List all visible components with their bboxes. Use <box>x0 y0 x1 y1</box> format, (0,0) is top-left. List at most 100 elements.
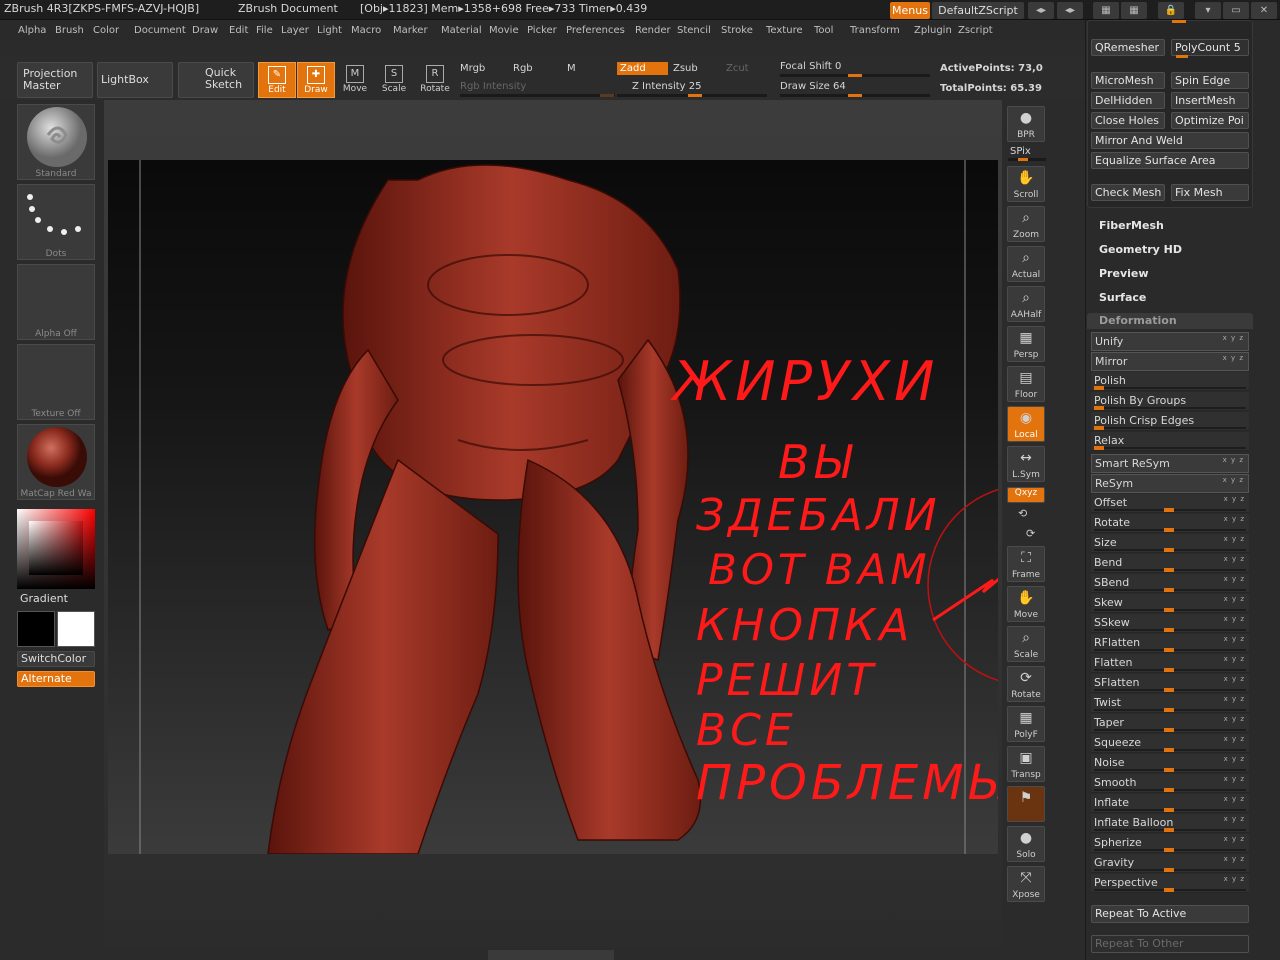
view-scroll-button[interactable]: ✋ Scroll <box>1007 166 1045 202</box>
deform-spherize[interactable]: Spherize x y z <box>1091 834 1249 853</box>
menu-material[interactable]: Material <box>441 25 482 36</box>
rotate-y-icon[interactable]: ⟲ <box>1018 507 1027 520</box>
menu-tool[interactable]: Tool <box>814 25 833 36</box>
menu-texture[interactable]: Texture <box>766 25 803 36</box>
deform-rflatten[interactable]: RFlatten x y z <box>1091 634 1249 653</box>
material-thumbnail[interactable]: MatCap Red Wa <box>17 424 95 500</box>
menu-marker[interactable]: Marker <box>393 25 428 36</box>
axis-toggle-icon[interactable]: x y z <box>1224 815 1245 823</box>
deform-knob[interactable] <box>1164 828 1174 832</box>
deform-noise[interactable]: Noise x y z <box>1091 754 1249 773</box>
rotate-z-icon[interactable]: ⟳ <box>1026 527 1035 540</box>
deform-smart-resym[interactable]: Smart ReSym x y z <box>1091 454 1249 473</box>
axis-toggle-icon[interactable]: x y z <box>1224 875 1245 883</box>
deform-polish-by-groups[interactable]: Polish By Groups <box>1091 392 1249 411</box>
deform-bend[interactable]: Bend x y z <box>1091 554 1249 573</box>
tool-edit-button[interactable]: ✎ Edit <box>258 62 296 98</box>
rgb-toggle[interactable]: Rgb <box>513 63 533 74</box>
menu-document[interactable]: Document <box>134 25 186 36</box>
menu-macro[interactable]: Macro <box>351 25 381 36</box>
z-intensity-slider[interactable]: Z Intensity 25 <box>632 81 701 92</box>
deform-knob[interactable] <box>1164 548 1174 552</box>
close-icon[interactable]: ✕ <box>1251 2 1277 19</box>
mrgb-toggle[interactable]: Mrgb <box>460 63 485 74</box>
rgb-intensity-slider[interactable]: Rgb Intensity <box>460 81 526 92</box>
deformation-subpalette-header[interactable]: Deformation <box>1087 313 1253 329</box>
deform-squeeze[interactable]: Squeeze x y z <box>1091 734 1249 753</box>
alternate-button[interactable]: Alternate <box>17 671 95 687</box>
delhidden-button[interactable]: DelHidden <box>1091 92 1165 109</box>
micromesh-button[interactable]: MicroMesh <box>1091 72 1165 89</box>
main-color-swatch[interactable] <box>57 611 95 647</box>
axis-toggle-icon[interactable]: x y z <box>1224 615 1245 623</box>
tool-draw-button[interactable]: ✚ Draw <box>297 62 335 98</box>
quick-sketch-button[interactable]: Quick Sketch <box>178 62 254 98</box>
deform-perspective[interactable]: Perspective x y z <box>1091 874 1249 893</box>
canvas-scroll-handle[interactable] <box>488 950 614 960</box>
view-xpose-button[interactable]: ⤧ Xpose <box>1007 866 1045 902</box>
axis-toggle-icon[interactable]: x y z <box>1224 575 1245 583</box>
deform-knob[interactable] <box>1164 788 1174 792</box>
tray-right-icon[interactable]: ◂▸ <box>1057 2 1083 19</box>
menu-stencil[interactable]: Stencil <box>677 25 711 36</box>
menu-zscript[interactable]: Zscript <box>958 25 993 36</box>
texture-thumbnail[interactable]: Texture Off <box>17 344 95 420</box>
deform-knob[interactable] <box>1164 888 1174 892</box>
deform-knob[interactable] <box>1094 386 1104 390</box>
deform-inflate-balloon[interactable]: Inflate Balloon x y z <box>1091 814 1249 833</box>
switch-color-button[interactable]: SwitchColor <box>17 651 95 667</box>
deform-size[interactable]: Size x y z <box>1091 534 1249 553</box>
deform-knob[interactable] <box>1164 748 1174 752</box>
deform-mirror[interactable]: Mirror x y z <box>1091 352 1249 371</box>
deform-unify[interactable]: Unify x y z <box>1091 332 1249 351</box>
projection-master-button[interactable]: Projection Master <box>17 62 93 98</box>
axis-toggle-icon[interactable]: x y z <box>1224 555 1245 563</box>
menu-color[interactable]: Color <box>93 25 119 36</box>
view-transp-button[interactable]: ▣ Transp <box>1007 746 1045 782</box>
axis-toggle-icon[interactable]: x y z <box>1224 535 1245 543</box>
menu-stroke[interactable]: Stroke <box>721 25 753 36</box>
geometry-hd-subpalette[interactable]: Geometry HD <box>1099 243 1182 256</box>
menu-file[interactable]: File <box>256 25 273 36</box>
axis-toggle-icon[interactable]: x y z <box>1224 755 1245 763</box>
deform-knob[interactable] <box>1164 768 1174 772</box>
deform-knob[interactable] <box>1164 848 1174 852</box>
view-persp-button[interactable]: ▦ Persp <box>1007 326 1045 362</box>
window-layout-icon[interactable]: ▦ <box>1093 2 1119 19</box>
menu-edit[interactable]: Edit <box>229 25 248 36</box>
deform-gravity[interactable]: Gravity x y z <box>1091 854 1249 873</box>
menu-draw[interactable]: Draw <box>192 25 218 36</box>
deform-knob[interactable] <box>1164 608 1174 612</box>
equalize-surface-area-button[interactable]: Equalize Surface Area <box>1091 152 1249 169</box>
window-layout2-icon[interactable]: ▦ <box>1121 2 1147 19</box>
axis-toggle-icon[interactable]: x y z <box>1223 354 1244 362</box>
maximize-icon[interactable]: ▭ <box>1223 2 1249 19</box>
view-bpr-button[interactable]: ● BPR <box>1007 106 1045 142</box>
deform-knob[interactable] <box>1164 728 1174 732</box>
deform-knob[interactable] <box>1164 588 1174 592</box>
brush-thumbnail[interactable]: Standard <box>17 104 95 180</box>
view-move-button[interactable]: ✋ Move <box>1007 586 1045 622</box>
axis-toggle-icon[interactable]: x y z <box>1223 476 1244 484</box>
deform-knob[interactable] <box>1164 508 1174 512</box>
deform-knob[interactable] <box>1094 406 1104 410</box>
view-floor-button[interactable]: ▤ Floor <box>1007 366 1045 402</box>
axis-toggle-icon[interactable]: x y z <box>1224 695 1245 703</box>
default-zscript-button[interactable]: DefaultZScript <box>932 2 1024 19</box>
axis-toggle-icon[interactable]: x y z <box>1224 595 1245 603</box>
deform-knob[interactable] <box>1164 568 1174 572</box>
model-viewport[interactable]: ЖИРУХИ ВЫ ЗДЕБАЛИ ВОТ ВАМ КНОПКА РЕШИТ ВСЕ ПРОБ… <box>108 160 998 854</box>
view-local-button[interactable]: ◉ Local <box>1007 406 1045 442</box>
view-polyf-button[interactable]: ▦ PolyF <box>1007 706 1045 742</box>
draw-size-slider[interactable]: Draw Size 64 <box>780 81 846 92</box>
minimize-icon[interactable]: ▾ <box>1195 2 1221 19</box>
deform-knob[interactable] <box>1094 446 1104 450</box>
deform-knob[interactable] <box>1164 528 1174 532</box>
view-actual-button[interactable]: ⌕ Actual <box>1007 246 1045 282</box>
view-lsym-button[interactable]: ↔ L.Sym <box>1007 446 1045 482</box>
deform-inflate[interactable]: Inflate x y z <box>1091 794 1249 813</box>
deform-smooth[interactable]: Smooth x y z <box>1091 774 1249 793</box>
polycount-slider[interactable]: PolyCount 5 <box>1171 39 1249 56</box>
fix-mesh-button[interactable]: Fix Mesh <box>1171 184 1249 201</box>
preview-subpalette[interactable]: Preview <box>1099 267 1149 280</box>
